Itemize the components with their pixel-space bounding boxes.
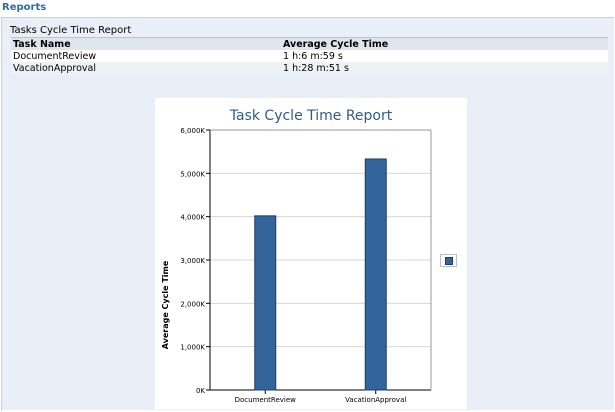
y-tick-label: 5,000K bbox=[180, 170, 205, 178]
chart-legend bbox=[440, 254, 457, 267]
chart-axes bbox=[206, 129, 432, 394]
panel-title: Tasks Cycle Time Report bbox=[10, 25, 132, 36]
y-tick-label: 6,000K bbox=[180, 127, 205, 135]
task-name-cell: VacationApproval bbox=[11, 62, 281, 74]
cycle-time-table: Task Name Average Cycle Time DocumentRev… bbox=[11, 37, 608, 74]
x-tick-label: DocumentReview bbox=[235, 396, 297, 404]
cycle-time-cell: 1 h:28 m:51 s bbox=[281, 62, 608, 74]
page-title[interactable]: Reports bbox=[2, 2, 46, 13]
table-header-row: Task Name Average Cycle Time bbox=[11, 37, 608, 50]
chart-title: Task Cycle Time Report bbox=[229, 108, 393, 124]
cycle-time-cell: 1 h:6 m:59 s bbox=[281, 50, 608, 62]
bar-vacationapproval bbox=[364, 158, 387, 391]
task-name-cell: DocumentReview bbox=[11, 50, 281, 62]
y-tick-label: 4,000K bbox=[180, 214, 205, 222]
x-tick-labels: DocumentReview VacationApproval bbox=[235, 396, 407, 404]
chart-canvas: Task Cycle Time Report 0K 1,000K 2,000K 3,0… bbox=[161, 108, 432, 404]
table-row: DocumentReview 1 h:6 m:59 s bbox=[11, 50, 608, 62]
table-row: VacationApproval 1 h:28 m:51 s bbox=[11, 62, 608, 74]
column-header-average-cycle-time: Average Cycle Time bbox=[281, 37, 608, 50]
bar-documentreview bbox=[254, 215, 277, 391]
chart-bars bbox=[254, 158, 387, 391]
bar-chart: Task Cycle Time Report 0K 1,000K 2,000K 3,0… bbox=[155, 98, 467, 409]
y-tick-label: 0K bbox=[196, 387, 205, 395]
y-tick-labels: 0K 1,000K 2,000K 3,000K 4,000K 5,000K 6,000K bbox=[180, 127, 205, 395]
column-header-task-name: Task Name bbox=[11, 37, 281, 50]
page-header: Reports bbox=[0, 0, 615, 17]
y-tick-label: 2,000K bbox=[180, 300, 205, 308]
y-tick-label: 1,000K bbox=[180, 344, 205, 352]
y-axis-label: Average Cycle Time bbox=[161, 260, 170, 349]
legend-swatch bbox=[445, 257, 453, 265]
y-tick-label: 3,000K bbox=[180, 257, 205, 265]
chart-grid bbox=[210, 129, 431, 348]
x-tick-label: VacationApproval bbox=[345, 396, 406, 404]
